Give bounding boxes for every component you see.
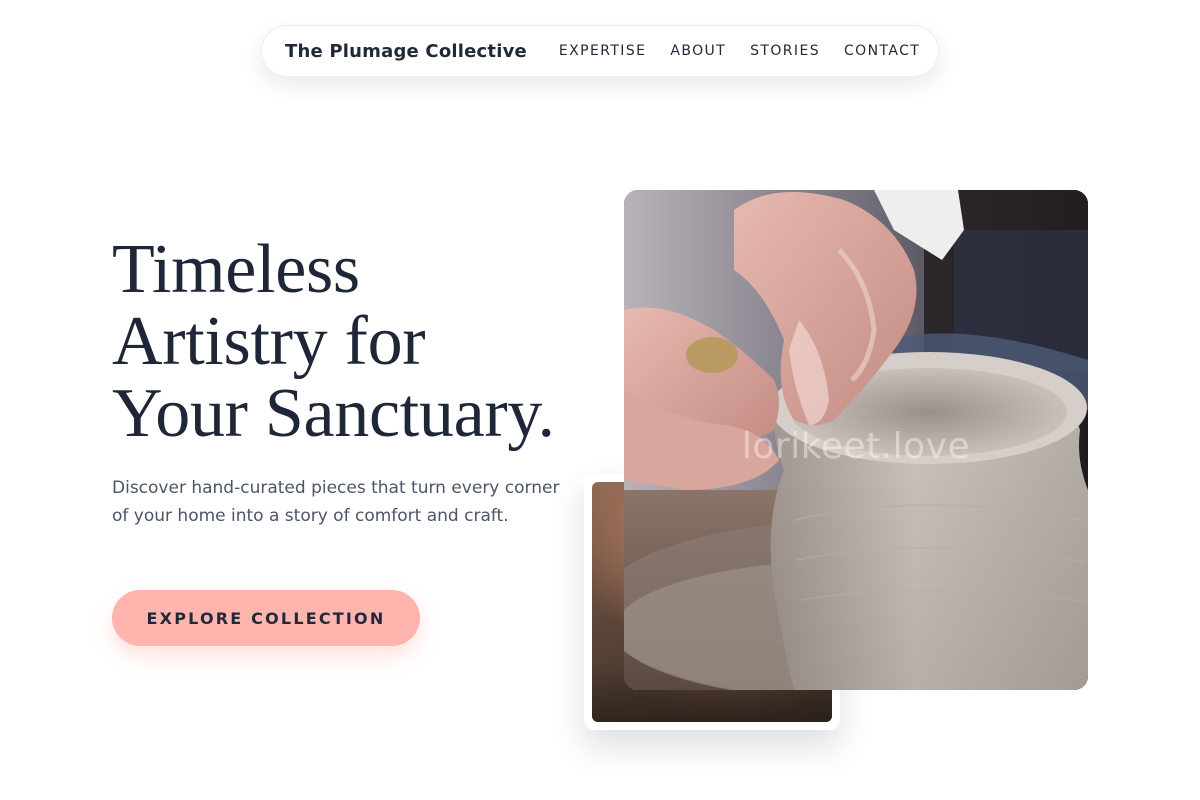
- hero-subtext: Discover hand-curated pieces that turn e…: [112, 478, 560, 526]
- nav-link-expertise[interactable]: EXPERTISE: [559, 43, 646, 59]
- nav-link-contact[interactable]: CONTACT: [844, 43, 920, 59]
- nav-links: EXPERTISE ABOUT STORIES CONTACT: [559, 43, 920, 59]
- hero-headline-line-1: Timeless: [112, 231, 360, 308]
- top-nav: The Plumage Collective EXPERTISE ABOUT S…: [261, 25, 939, 77]
- explore-collection-button[interactable]: EXPLORE COLLECTION: [112, 590, 420, 646]
- hero-headline-line-3: Your Sanctuary.: [112, 375, 555, 452]
- hero-headline-line-2: Artistry for: [112, 303, 426, 380]
- nav-link-about[interactable]: ABOUT: [670, 43, 726, 59]
- image-watermark: lorikeet.love: [741, 426, 971, 467]
- brand-logo-text[interactable]: The Plumage Collective: [285, 41, 527, 62]
- main-hero-image: lorikeet.love: [624, 190, 1088, 690]
- landing-page: The Plumage Collective EXPERTISE ABOUT S…: [0, 0, 1200, 800]
- nav-link-stories[interactable]: STORIES: [750, 43, 820, 59]
- hero-headline: Timeless Artistry for Your Sanctuary.: [112, 234, 592, 450]
